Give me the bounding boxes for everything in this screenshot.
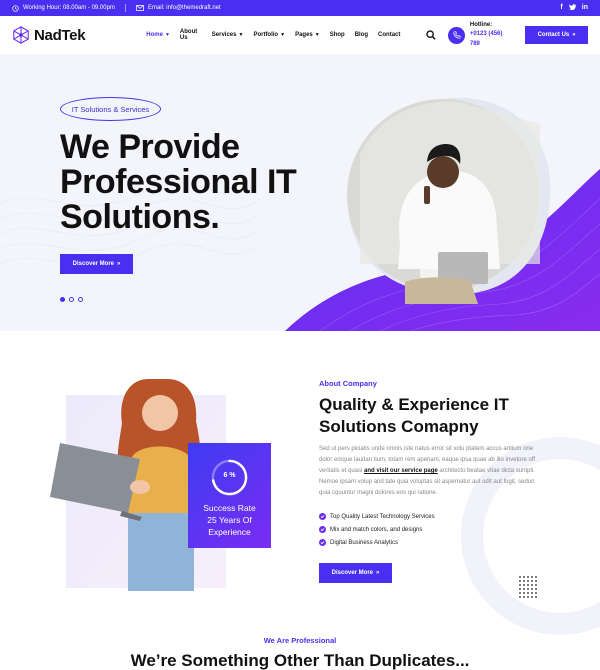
chevron-down-icon: ▼ <box>164 32 170 38</box>
dot-grid-decoration <box>519 576 537 598</box>
nav-item-about[interactable]: About Us <box>180 29 202 41</box>
chevron-down-icon: ▼ <box>314 32 320 38</box>
about-body: Sed ut pers piciatis unde omnis iste nat… <box>319 444 544 499</box>
check-icon <box>319 513 326 520</box>
clock-icon <box>12 4 19 12</box>
hero-section: IT Solutions & Services We Provide Profe… <box>0 54 600 331</box>
professional-title: We’re Something Other Than Duplicates... <box>130 651 470 670</box>
success-label-line: 25 Years Of <box>207 515 252 525</box>
main-nav: Home ▼ About Us Services ▼ Portfolio ▼ P… <box>146 29 400 41</box>
nav-item-pages[interactable]: Pages ▼ <box>295 29 320 41</box>
slider-dot[interactable] <box>60 297 65 302</box>
site-header: NadTek Home ▼ About Us Services ▼ Portfo… <box>0 16 600 54</box>
phone-icon <box>448 26 465 44</box>
nav-item-shop[interactable]: Shop <box>330 29 345 41</box>
nav-item-services[interactable]: Services ▼ <box>212 29 244 41</box>
nav-item-label: Portfolio <box>253 32 279 38</box>
nav-item-home[interactable]: Home ▼ <box>146 29 170 41</box>
nav-item-label: Contact <box>378 32 401 38</box>
success-label: Success Rate 25 Years Of Experience <box>188 502 271 538</box>
hero-title-line: Solutions. <box>60 198 220 236</box>
about-label: About Company <box>319 379 377 388</box>
hero-badge: IT Solutions & Services <box>60 97 161 121</box>
feature-list: Top Quality Latest Technology Services M… <box>319 510 435 549</box>
hero-discover-more-button[interactable]: Discover More » <box>60 254 133 274</box>
feature-item: Mix and match colors, and designs <box>319 523 435 536</box>
about-discover-more-button[interactable]: Discover More » <box>319 563 392 583</box>
social-links: f in <box>560 4 588 12</box>
linkedin-icon[interactable]: in <box>582 4 588 12</box>
logo-text: NadTek <box>34 26 86 44</box>
divider <box>124 4 126 12</box>
nav-item-portfolio[interactable]: Portfolio ▼ <box>253 29 285 41</box>
hotline[interactable]: Hotline: +0123 (456) 789 <box>448 21 513 50</box>
slider-dots <box>60 297 83 302</box>
hero-discover-more-label: Discover More <box>72 261 114 267</box>
hotline-label: Hotline: <box>469 21 493 28</box>
nav-item-label: Pages <box>295 32 313 38</box>
double-chevron-right-icon: » <box>376 570 380 576</box>
nav-item-label: Blog <box>354 32 369 38</box>
feature-text: Top Quality Latest Technology Services <box>330 513 435 520</box>
double-chevron-right-icon: » <box>572 32 576 38</box>
nav-item-contact[interactable]: Contact <box>378 29 400 41</box>
feature-item: Digital Business Analytics <box>319 536 435 549</box>
hero-title-line: We Provide <box>60 128 240 166</box>
professional-label: We Are Professional <box>263 636 337 645</box>
nav-item-label: Home <box>146 32 163 38</box>
nav-item-label: Shop <box>329 32 345 38</box>
email-text[interactable]: Email: info@themedraft.net <box>148 5 221 11</box>
working-hour-text: Working Hour: 08.00am - 09.00pm <box>23 5 115 11</box>
about-title: Quality & Experience IT Solutions Comapn… <box>319 394 549 438</box>
slider-dot[interactable] <box>78 297 83 302</box>
top-bar: Working Hour: 08.00am - 09.00pm Email: i… <box>0 0 600 16</box>
about-discover-more-label: Discover More <box>331 570 373 576</box>
search-icon[interactable] <box>426 30 437 40</box>
about-title-line: Quality & Experience IT <box>319 395 509 414</box>
success-label-line: Success Rate <box>203 503 256 513</box>
slider-dot[interactable] <box>69 297 74 302</box>
check-icon <box>319 526 326 533</box>
success-label-line: Experience <box>208 527 251 537</box>
service-page-link[interactable]: and visit our service page <box>364 468 438 474</box>
nav-item-blog[interactable]: Blog <box>355 29 368 41</box>
about-title-line: Solutions Comapny <box>319 417 479 436</box>
nav-item-label: Services <box>211 32 237 38</box>
hero-title: We Provide Professional IT Solutions. <box>60 130 360 235</box>
twitter-icon[interactable] <box>568 4 576 12</box>
feature-item: Top Quality Latest Technology Services <box>319 510 435 523</box>
hotline-text: Hotline: +0123 (456) 789 <box>470 21 513 50</box>
hotline-number[interactable]: +0123 (456) 789 <box>470 30 513 49</box>
email[interactable]: Email: info@themedraft.net <box>136 5 221 11</box>
double-chevron-right-icon: » <box>117 261 121 267</box>
mail-icon <box>136 5 144 11</box>
hero-title-line: Professional IT <box>60 163 297 201</box>
working-hour: Working Hour: 08.00am - 09.00pm <box>12 4 115 12</box>
contact-us-button[interactable]: Contact Us » <box>525 26 588 44</box>
nav-item-label: About Us <box>179 29 198 41</box>
success-percent: 6 % <box>223 472 236 479</box>
success-rate-card: 6 % Success Rate 25 Years Of Experience <box>188 443 271 548</box>
facebook-icon[interactable]: f <box>560 4 562 12</box>
logo[interactable]: NadTek <box>12 26 86 44</box>
about-art <box>50 379 600 635</box>
feature-text: Mix and match colors, and designs <box>330 526 423 533</box>
check-icon <box>319 539 326 546</box>
feature-text: Digital Business Analytics <box>330 539 399 546</box>
contact-us-label: Contact Us <box>537 32 570 38</box>
logo-icon <box>13 26 29 44</box>
chevron-down-icon: ▼ <box>280 32 286 38</box>
chevron-down-icon: ▼ <box>238 32 244 38</box>
